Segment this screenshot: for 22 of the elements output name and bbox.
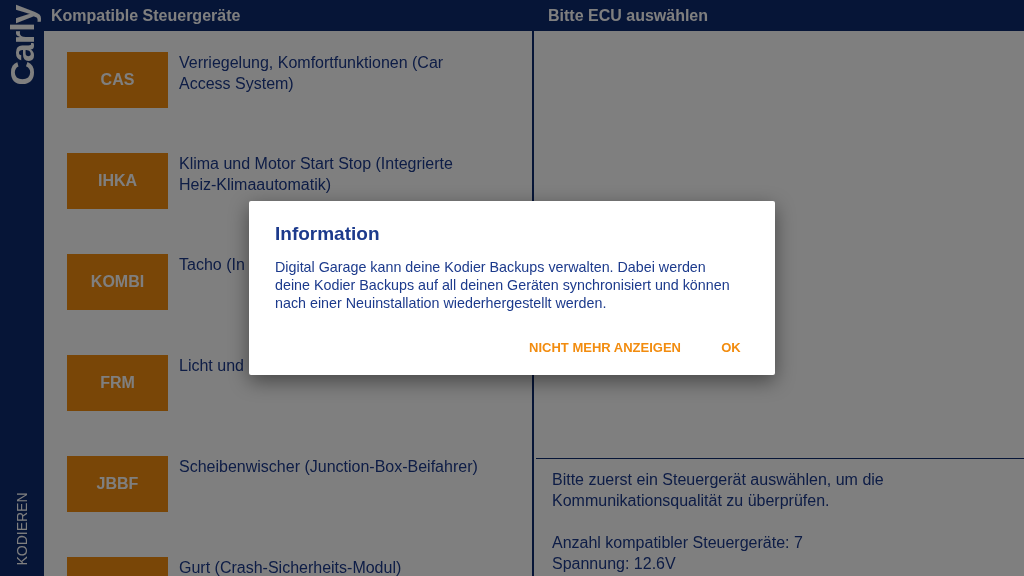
dialog-message: Digital Garage kann deine Kodier Backups verwalten. Dabei werden deine Kodier Backups auf all deinen Geräten synchronisiert und können nach einer Neuinstallation wiederhergestellt werden. (275, 258, 731, 312)
ecu-code-button[interactable]: CAS (67, 52, 168, 108)
ecu-description: Verriegelung, Komfortfunktionen (Car Access System) (179, 53, 445, 94)
ecu-code-button[interactable]: IHKA (67, 153, 168, 209)
voltage-reading: Spannung: 12.6V (552, 554, 677, 574)
ecu-code-button[interactable]: KOMBI (67, 254, 168, 310)
dialog-button[interactable]: OK (701, 334, 761, 361)
dialog-button[interactable]: NICHT MEHR ANZEIGEN (517, 334, 693, 361)
ecu-description: Scheibenwischer (Junction-Box-Beifahrer) (179, 457, 478, 477)
panel-title: Bitte ECU auswählen (547, 6, 709, 25)
ecu-description: Gurt (Crash-Sicherheits-Modul) (179, 558, 402, 576)
dialog-title: Information (275, 223, 381, 245)
panel-title: Kompatible Steuergeräte (50, 6, 241, 25)
hint-text: Bitte zuerst ein Steuergerät auswählen, um die Kommunikationsqualität zu überprüfen. (552, 470, 885, 511)
ecu-description: Tacho (In (179, 255, 245, 275)
sidebar-section-label[interactable]: KODIEREN (14, 492, 30, 566)
ecu-description: Klima und Motor Start Stop (Integrierte Heiz-Klimaautomatik) (179, 154, 454, 195)
ecu-code-button[interactable]: JBBF (67, 456, 168, 512)
ecu-count: Anzahl kompatibler Steuergeräte: 7 (552, 533, 804, 553)
ecu-code-button[interactable]: FRM (67, 355, 168, 411)
logo: Carly (2, 4, 42, 86)
ecu-description: Licht und (179, 356, 244, 376)
